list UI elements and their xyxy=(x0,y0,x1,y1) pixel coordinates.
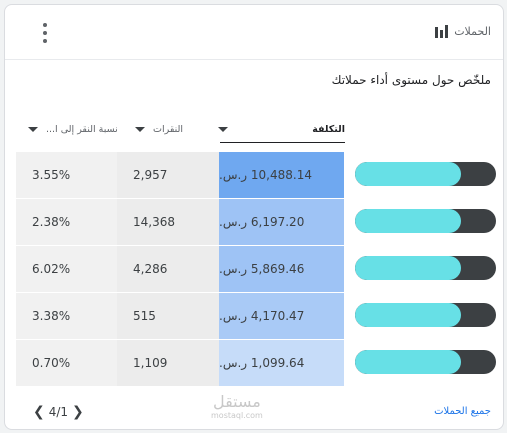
rate-cell: 6.02% xyxy=(16,246,117,292)
rate-cell: 2.38% xyxy=(16,199,117,245)
bar-cell xyxy=(344,293,503,339)
sort-underline xyxy=(220,142,345,143)
clicks-cell: 1,109 xyxy=(117,340,219,386)
clicks-cell: 515 xyxy=(117,293,219,339)
cost-cell: 5,869.46 ر.س. xyxy=(219,246,344,292)
bar-chart-icon xyxy=(435,25,449,38)
column-header-cost[interactable]: التكلفة xyxy=(218,124,345,135)
watermark-logo: مستقل xyxy=(212,392,261,411)
progress-bar xyxy=(355,162,496,186)
progress-bar xyxy=(355,256,496,280)
chevron-right-icon[interactable]: ❯ xyxy=(72,404,84,420)
table-row[interactable]: 3.55% 2,957 10,488.14 ر.س. xyxy=(16,151,503,198)
dropdown-caret-icon xyxy=(135,127,145,132)
rate-cell: 3.55% xyxy=(16,152,117,198)
bar-cell xyxy=(344,246,503,292)
cost-cell: 1,099.64 ر.س. xyxy=(219,340,344,386)
card-footer: ❮ 4/1 ❯ مستقل mostaql.com جميع الحملات xyxy=(5,392,503,429)
rate-cell: 3.38% xyxy=(16,293,117,339)
table-row[interactable]: 6.02% 4,286 5,869.46 ر.س. xyxy=(16,245,503,292)
progress-fill xyxy=(355,303,461,327)
dropdown-caret-icon xyxy=(28,127,38,132)
bar-cell xyxy=(344,152,503,198)
watermark: مستقل mostaql.com xyxy=(211,392,263,420)
campaigns-card: الحملات ملخّص حول مستوى أداء حملاتك التك… xyxy=(4,4,504,430)
progress-bar xyxy=(355,303,496,327)
watermark-url: mostaql.com xyxy=(211,411,263,420)
page-indicator: 4/1 xyxy=(48,405,69,419)
column-header-clicks-label: النقرات xyxy=(153,124,184,135)
campaigns-table: 3.55% 2,957 10,488.14 ر.س. 2.38% 14,368 6,197… xyxy=(16,151,503,386)
sort-down-icon xyxy=(218,127,228,132)
table-row[interactable]: 2.38% 14,368 6,197.20 ر.س. xyxy=(16,198,503,245)
column-header-rate[interactable]: نسبة النقر إلى ا... xyxy=(28,124,118,135)
all-campaigns-link[interactable]: جميع الحملات xyxy=(434,406,491,417)
progress-fill xyxy=(355,209,461,233)
rate-cell: 0.70% xyxy=(16,340,117,386)
card-subtitle: ملخّص حول مستوى أداء حملاتك xyxy=(331,73,491,87)
column-header-rate-label: نسبة النقر إلى ا... xyxy=(46,124,118,135)
progress-fill xyxy=(355,162,461,186)
column-header-clicks[interactable]: النقرات xyxy=(135,124,183,135)
cost-cell: 4,170.47 ر.س. xyxy=(219,293,344,339)
column-header-cost-label: التكلفة xyxy=(312,124,345,135)
progress-bar xyxy=(355,350,496,374)
chevron-left-icon[interactable]: ❮ xyxy=(33,404,45,420)
table-row[interactable]: 3.38% 515 4,170.47 ر.س. xyxy=(16,292,503,339)
card-title-group: الحملات xyxy=(435,25,491,38)
bar-cell xyxy=(344,199,503,245)
clicks-cell: 4,286 xyxy=(117,246,219,292)
bar-cell xyxy=(344,340,503,386)
progress-fill xyxy=(355,256,461,280)
card-title: الحملات xyxy=(454,25,491,38)
pagination: ❮ 4/1 ❯ xyxy=(33,404,84,420)
table-row[interactable]: 0.70% 1,109 1,099.64 ر.س. xyxy=(16,339,503,386)
card-header: الحملات xyxy=(5,5,503,60)
clicks-cell: 14,368 xyxy=(117,199,219,245)
cost-cell: 6,197.20 ر.س. xyxy=(219,199,344,245)
cost-cell: 10,488.14 ر.س. xyxy=(219,152,344,198)
progress-bar xyxy=(355,209,496,233)
clicks-cell: 2,957 xyxy=(117,152,219,198)
more-vert-icon[interactable] xyxy=(37,21,53,45)
progress-fill xyxy=(355,350,461,374)
